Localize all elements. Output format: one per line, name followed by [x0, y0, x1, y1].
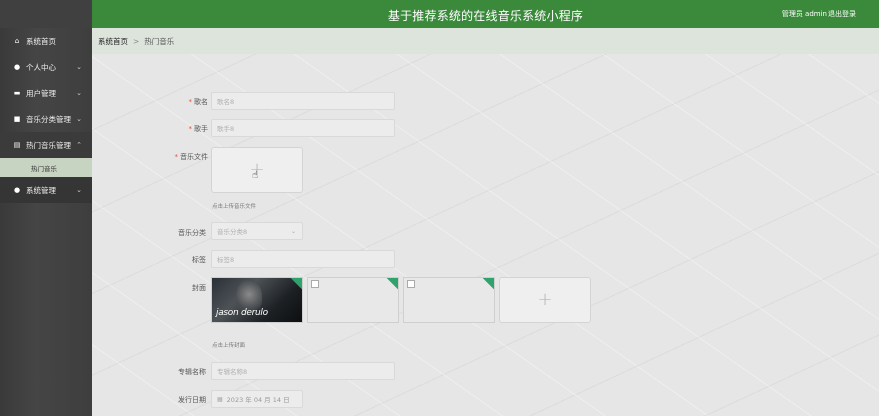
sidebar-top [0, 0, 92, 28]
release-date-label: 发行日期 [178, 396, 206, 404]
sidebar-item-label: 系统首页 [26, 36, 56, 46]
sidebar-item-system[interactable]: ● 系统管理 ⌄ [0, 177, 92, 203]
sidebar-item-user-management[interactable]: ▬ 用户管理 ⌄ [0, 80, 92, 106]
breadcrumb-current: 热门音乐 [144, 36, 175, 46]
tags-input[interactable]: 标签8 [211, 250, 395, 268]
album-art-text: jason derulo [216, 308, 268, 318]
singer-label: * 歌手 [188, 125, 209, 133]
broken-image-icon [311, 280, 319, 288]
sidebar-item-hot-music[interactable]: ▤ 热门音乐管理 ⌃ [0, 132, 92, 158]
cover-upload-button[interactable]: + [499, 277, 591, 323]
chevron-down-icon: ⌄ [76, 115, 82, 123]
required-mark: * [188, 98, 193, 106]
current-user: 管理员 admin [781, 10, 827, 18]
cover-hint: 点击上传封面 [212, 343, 246, 349]
sidebar-item-label: 热门音乐管理 [26, 140, 71, 150]
pointer-cursor-icon: ☝ [252, 170, 259, 181]
home-icon: ⌂ [14, 37, 20, 45]
song-name-label: * 歌名 [188, 98, 209, 106]
sidebar-item-label: 音乐分类管理 [26, 114, 71, 124]
cover-image-1[interactable]: jason derulo [211, 277, 303, 323]
top-header: 基于推荐系统的在线音乐系统小程序 管理员 admin 退出登录 [92, 0, 879, 28]
sidebar-item-personal-center[interactable]: ● 个人中心 ⌄ [0, 54, 92, 80]
chevron-down-icon: ⌄ [76, 89, 82, 97]
briefcase-icon: ■ [13, 115, 21, 123]
chevron-down-icon: ⌄ [76, 186, 82, 194]
app-title: 基于推荐系统的在线音乐系统小程序 [387, 9, 584, 23]
chevron-down-icon: ⌄ [290, 228, 296, 235]
plus-icon: + [537, 289, 553, 310]
sidebar: ⌂ 系统首页 ● 个人中心 ⌄ ▬ 用户管理 ⌄ ■ 音乐分类管理 ⌄ ▤ 热门… [0, 0, 92, 416]
breadcrumb: 系统首页 > 热门音乐 [92, 28, 879, 54]
tags-label: 标签 [192, 256, 206, 264]
sidebar-item-home[interactable]: ⌂ 系统首页 [0, 28, 92, 54]
sidebar-subitem-hot-music[interactable]: 热门音乐 [0, 158, 92, 177]
sidebar-item-label: 个人中心 [26, 62, 56, 72]
user-icon: ● [13, 186, 21, 194]
archive-icon: ▤ [13, 141, 21, 149]
breadcrumb-home[interactable]: 系统首页 [98, 36, 128, 47]
sidebar-item-label: 用户管理 [26, 88, 56, 98]
main-form-area: * 歌名 歌名8 * 歌手 歌手8 * 音乐文件 + ☝ 点击上传音乐文件 音乐分类 … [92, 54, 879, 416]
release-date-value: 2023 年 04 月 14 日 [226, 396, 290, 404]
category-select[interactable]: 音乐分类8 ⌄ [211, 222, 303, 240]
cover-image-3[interactable] [403, 277, 495, 323]
chevron-up-icon: ⌃ [76, 141, 82, 149]
singer-input[interactable]: 歌手8 [211, 119, 395, 137]
album-label: 专辑名称 [178, 368, 206, 376]
cover-label: 封面 [192, 284, 206, 292]
album-input[interactable]: 专辑名称8 [211, 362, 395, 380]
user-icon: ● [13, 63, 21, 71]
broken-image-icon [407, 280, 415, 288]
song-name-input[interactable]: 歌名8 [211, 92, 395, 110]
sidebar-item-label: 系统管理 [26, 185, 56, 195]
music-file-hint: 点击上传音乐文件 [212, 204, 257, 210]
chevron-down-icon: ⌄ [76, 63, 82, 71]
calendar-icon: ▦ [217, 395, 223, 403]
category-select-value: 音乐分类8 [217, 228, 248, 236]
category-label: 音乐分类 [178, 229, 206, 237]
cover-image-2[interactable] [307, 277, 399, 323]
success-badge [386, 278, 398, 290]
release-date-picker[interactable]: ▦ 2023 年 04 月 14 日 [211, 390, 303, 408]
chat-icon: ▬ [13, 89, 21, 97]
required-mark: * [174, 153, 179, 161]
breadcrumb-separator: > [133, 36, 140, 46]
success-badge [482, 278, 494, 290]
logout-link[interactable]: 退出登录 [828, 9, 856, 19]
success-badge [290, 278, 302, 290]
required-mark: * [188, 125, 193, 133]
sidebar-item-music-category[interactable]: ■ 音乐分类管理 ⌄ [0, 106, 92, 132]
music-file-label: * 音乐文件 [174, 153, 209, 161]
